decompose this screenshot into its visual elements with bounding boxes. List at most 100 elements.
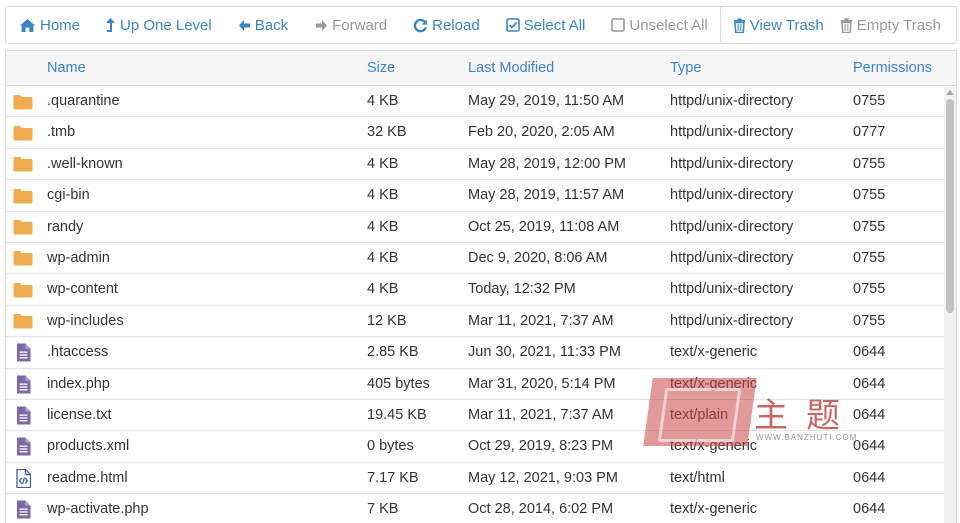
file-name[interactable]: wp-includes <box>47 306 124 337</box>
file-name[interactable]: .well-known <box>47 149 123 180</box>
file-last-modified: Oct 28, 2014, 6:02 PM <box>468 501 614 518</box>
up-one-level-button[interactable]: Up One Level <box>105 7 212 43</box>
column-header-last-modified[interactable]: Last Modified <box>468 51 554 86</box>
table-row[interactable]: wp-content 4 KB Today, 12:32 PM httpd/unix-… <box>6 274 944 306</box>
table-row[interactable]: .tmb 32 KB Feb 20, 2020, 2:05 AM httpd/unix… <box>6 117 944 149</box>
table-row[interactable]: index.php 405 bytes Mar 31, 2020, 5:14 PM t… <box>6 368 944 400</box>
empty-trash-button[interactable]: Empty Trash <box>840 7 941 43</box>
folder-icon <box>11 117 35 148</box>
folder-icon <box>11 243 35 274</box>
file-last-modified: Dec 9, 2020, 8:06 AM <box>468 249 608 266</box>
file-permissions: 0644 <box>853 375 886 392</box>
file-list-table: Name Size Last Modified Type Permissions… <box>5 50 957 523</box>
file-last-modified: May 12, 2021, 9:03 PM <box>468 469 618 486</box>
folder-icon <box>11 274 35 305</box>
file-type: httpd/unix-directory <box>670 218 794 235</box>
file-last-modified: Feb 20, 2020, 2:05 AM <box>468 124 615 141</box>
folder-icon <box>11 306 35 337</box>
column-header-type[interactable]: Type <box>670 51 701 86</box>
file-name[interactable]: readme.html <box>47 463 128 494</box>
file-name[interactable]: wp-activate.php <box>47 494 149 523</box>
view-trash-label: View Trash <box>749 16 824 34</box>
file-permissions: 0755 <box>853 249 886 266</box>
table-row[interactable]: readme.html 7.17 KB May 12, 2021, 9:03 PM t… <box>6 462 944 495</box>
file-type: httpd/unix-directory <box>670 281 794 298</box>
folder-icon <box>11 149 35 180</box>
table-row[interactable]: wp-includes 12 KB Mar 11, 2021, 7:37 AM htt… <box>6 305 944 338</box>
table-row[interactable]: .quarantine 4 KB May 29, 2019, 11:50 AM htt… <box>6 86 944 118</box>
file-icon <box>11 400 35 431</box>
reload-button[interactable]: Reload <box>413 7 480 43</box>
file-name[interactable]: .quarantine <box>47 86 120 117</box>
file-type: httpd/unix-directory <box>670 187 794 204</box>
column-header-size[interactable]: Size <box>367 51 395 86</box>
unselect-all-button[interactable]: Unselect All <box>611 7 708 43</box>
home-button[interactable]: Home <box>19 7 80 43</box>
table-row[interactable]: wp-activate.php 7 KB Oct 28, 2014, 6:02 PM… <box>6 494 944 523</box>
file-name[interactable]: randy <box>47 212 83 243</box>
up-one-level-label: Up One Level <box>120 16 212 34</box>
scrollbar-thumb[interactable] <box>946 99 954 313</box>
checkbox-empty-icon <box>611 18 626 32</box>
file-name[interactable]: license.txt <box>47 400 111 431</box>
table-row[interactable]: randy 4 KB Oct 25, 2019, 11:08 AM httpd/uni… <box>6 211 944 243</box>
reload-label: Reload <box>432 16 480 34</box>
file-type: text/x-generic <box>670 344 758 361</box>
table-row[interactable]: products.xml 0 bytes Oct 29, 2019, 8:23 PM… <box>6 431 944 463</box>
file-permissions: 0755 <box>853 312 886 329</box>
table-row[interactable]: .htaccess 2.85 KB Jun 30, 2021, 11:33 PM te… <box>6 337 944 369</box>
file-type: text/x-generic <box>670 501 758 518</box>
file-type: text/x-generic <box>670 375 758 392</box>
file-size: 0 bytes <box>367 438 414 455</box>
file-permissions: 0755 <box>853 218 886 235</box>
trash-icon <box>733 17 746 33</box>
file-size: 4 KB <box>367 93 399 109</box>
file-last-modified: Mar 11, 2021, 7:37 AM <box>468 312 614 329</box>
back-button[interactable]: Back <box>238 7 288 43</box>
file-name[interactable]: wp-admin <box>47 243 110 274</box>
view-trash-button[interactable]: View Trash <box>733 7 824 43</box>
table-header: Name Size Last Modified Type Permissions <box>6 51 956 86</box>
select-all-label: Select All <box>523 16 586 34</box>
file-permissions: 0644 <box>853 438 886 455</box>
html-file-icon <box>11 463 35 494</box>
file-type: text/plain <box>670 406 729 423</box>
file-type: httpd/unix-directory <box>670 93 794 109</box>
table-body: .quarantine 4 KB May 29, 2019, 11:50 AM htt… <box>6 86 944 523</box>
column-header-permissions[interactable]: Permissions <box>853 51 932 86</box>
table-row[interactable]: wp-admin 4 KB Dec 9, 2020, 8:06 AM httpd/un… <box>6 242 944 275</box>
file-permissions: 0755 <box>853 155 886 172</box>
file-name[interactable]: .htaccess <box>47 337 108 368</box>
vertical-scrollbar[interactable] <box>944 87 956 523</box>
file-permissions: 0644 <box>853 469 886 486</box>
home-icon <box>19 18 36 33</box>
file-size: 4 KB <box>367 218 399 235</box>
file-name[interactable]: cgi-bin <box>47 180 90 211</box>
file-type: httpd/unix-directory <box>670 124 794 141</box>
file-size: 12 KB <box>367 312 407 329</box>
level-up-icon <box>105 17 116 33</box>
file-name[interactable]: .tmb <box>47 117 75 148</box>
file-icon <box>11 369 35 400</box>
column-header-name[interactable]: Name <box>47 51 86 86</box>
file-name[interactable]: wp-content <box>47 274 118 305</box>
file-last-modified: Oct 29, 2019, 8:23 PM <box>468 438 614 455</box>
forward-button[interactable]: Forward <box>315 7 387 43</box>
table-row[interactable]: .well-known 4 KB May 28, 2019, 12:00 PM htt… <box>6 148 944 181</box>
file-size: 7.17 KB <box>367 469 419 486</box>
file-type: httpd/unix-directory <box>670 155 794 172</box>
file-name[interactable]: index.php <box>47 369 110 400</box>
file-last-modified: Mar 31, 2020, 5:14 PM <box>468 375 616 392</box>
table-row[interactable]: license.txt 19.45 KB Mar 11, 2021, 7:37 AM… <box>6 399 944 432</box>
file-name[interactable]: products.xml <box>47 431 129 462</box>
file-last-modified: Oct 25, 2019, 11:08 AM <box>468 218 620 235</box>
forward-label: Forward <box>332 16 388 34</box>
select-all-button[interactable]: Select All <box>505 7 586 43</box>
file-type: text/x-generic <box>670 438 758 455</box>
file-icon <box>11 494 35 523</box>
file-last-modified: May 28, 2019, 11:57 AM <box>468 187 625 204</box>
file-permissions: 0755 <box>853 281 886 298</box>
table-row[interactable]: cgi-bin 4 KB May 28, 2019, 11:57 AM httpd/u… <box>6 180 944 212</box>
scroll-up-arrow-icon[interactable] <box>946 90 954 95</box>
file-type: httpd/unix-directory <box>670 249 794 266</box>
